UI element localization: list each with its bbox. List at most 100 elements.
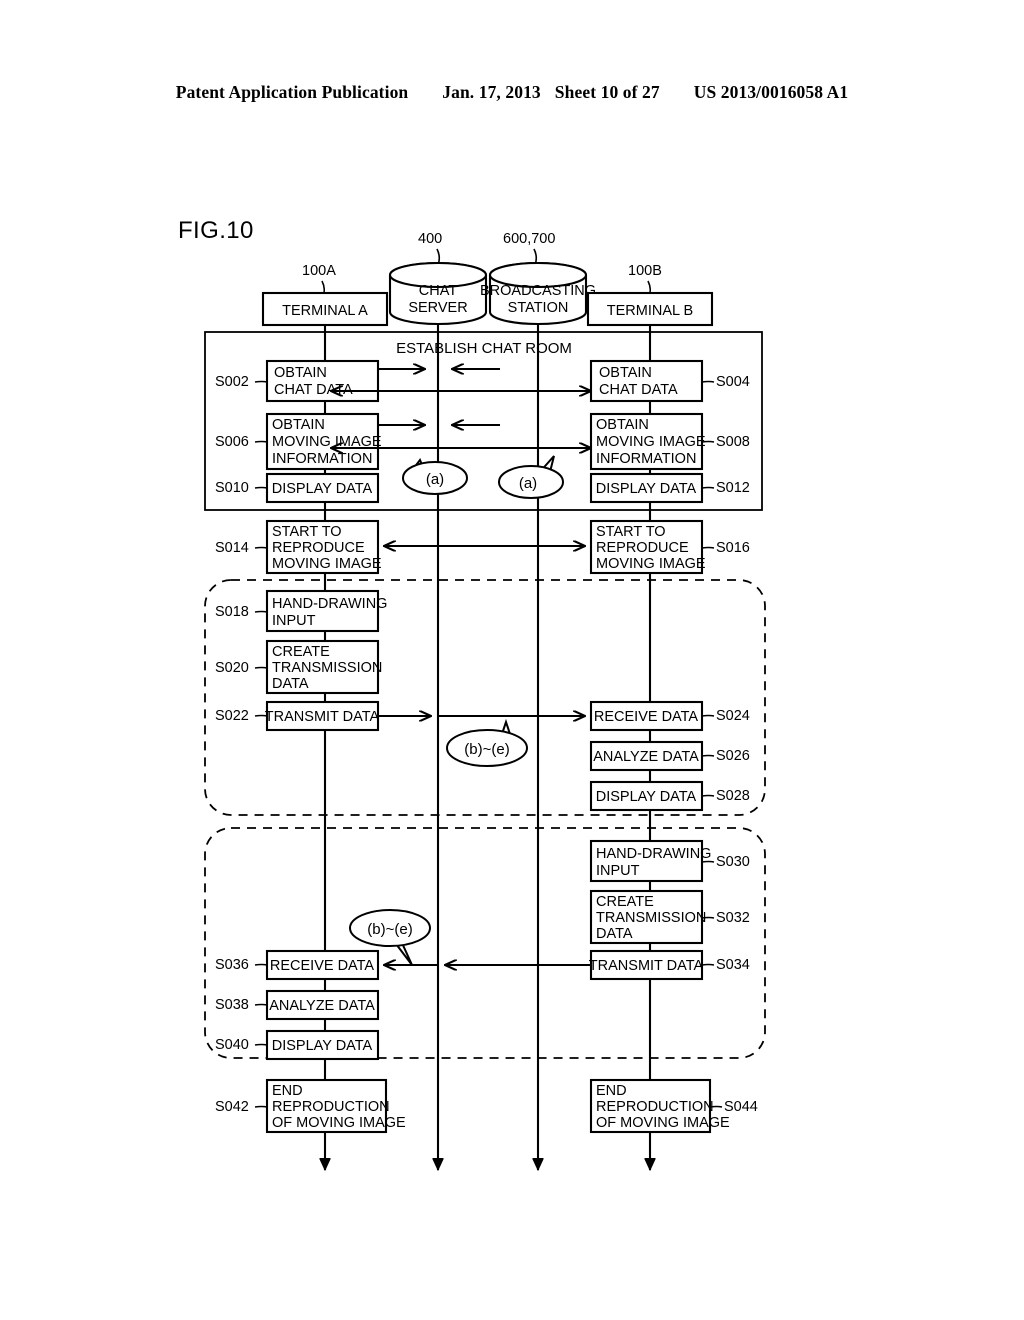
step-id-s004: S004 xyxy=(716,374,750,390)
step-id-s026: S026 xyxy=(716,748,750,764)
step-s044-line2: REPRODUCTION xyxy=(596,1099,714,1115)
step-s036-line1: RECEIVE DATA xyxy=(270,958,375,974)
callout-a-right-label: (a) xyxy=(519,475,537,492)
step-s008-line2: MOVING IMAGE xyxy=(596,434,706,450)
step-id-s010: S010 xyxy=(215,480,249,496)
step-s014-line3: MOVING IMAGE xyxy=(272,556,382,572)
leader-s016 xyxy=(701,546,715,549)
actor-chat-server-line2: SERVER xyxy=(408,300,467,316)
callout-a-right: (a) xyxy=(498,455,564,499)
leader-s010 xyxy=(254,486,268,489)
leader-s002 xyxy=(254,380,268,383)
step-s030-line1: HAND-DRAWING xyxy=(596,846,711,862)
step-s016-line3: MOVING IMAGE xyxy=(596,556,706,572)
step-s002-line1: OBTAIN xyxy=(274,365,327,381)
step-id-s036: S036 xyxy=(215,957,249,973)
step-s020-line1: CREATE xyxy=(272,644,330,660)
callout-be-2-label: (b)~(e) xyxy=(367,921,412,938)
step-s032-line3: DATA xyxy=(596,926,633,942)
leader-s036 xyxy=(254,963,268,966)
callout-a-left: (a) xyxy=(402,458,468,495)
step-s018-line1: HAND-DRAWING xyxy=(272,596,387,612)
step-s004-line2: CHAT DATA xyxy=(599,382,678,398)
step-s044-line3: OF MOVING IMAGE xyxy=(596,1115,730,1131)
step-id-s006: S006 xyxy=(215,434,249,450)
actor-chat-server-line1: CHAT xyxy=(419,283,458,299)
callout-be-1-label: (b)~(e) xyxy=(464,741,509,758)
leader-s006 xyxy=(254,440,268,443)
leader-s032 xyxy=(701,916,715,919)
leader-s022 xyxy=(254,714,268,717)
step-s014-line1: START TO xyxy=(272,524,342,540)
step-s028-line1: DISPLAY DATA xyxy=(596,789,697,805)
step-s032-line2: TRANSMISSION xyxy=(596,910,706,926)
ref-100b: 100B xyxy=(628,263,662,279)
step-id-s040: S040 xyxy=(215,1037,249,1053)
step-s030-line2: INPUT xyxy=(596,863,640,879)
leader-s034 xyxy=(701,963,715,966)
step-s020-line3: DATA xyxy=(272,676,309,692)
actor-broadcasting-station-line1: BROADCASTING xyxy=(480,283,596,299)
step-s042-line1: END xyxy=(272,1083,303,1099)
callout-a-left-label: (a) xyxy=(426,471,444,488)
step-s038-line1: ANALYZE DATA xyxy=(269,998,375,1014)
leader-s012 xyxy=(701,486,715,489)
step-s022-line1: TRANSMIT DATA xyxy=(265,709,380,725)
step-id-s002: S002 xyxy=(215,374,249,390)
establish-chat-room-label: ESTABLISH CHAT ROOM xyxy=(396,340,572,357)
actor-terminal-b-label: TERMINAL B xyxy=(607,303,693,319)
step-s006-line3: INFORMATION xyxy=(272,451,372,467)
step-id-s032: S032 xyxy=(716,910,750,926)
ref-600-700: 600,700 xyxy=(503,231,555,247)
step-id-s008: S008 xyxy=(716,434,750,450)
step-id-s024: S024 xyxy=(716,708,750,724)
step-s016-line2: REPRODUCE xyxy=(596,540,689,556)
leader-s042 xyxy=(254,1105,268,1108)
leader-s028 xyxy=(701,794,715,797)
step-s008-line1: OBTAIN xyxy=(596,417,649,433)
leader-s008 xyxy=(701,440,715,443)
leader-s026 xyxy=(701,754,715,757)
actor-terminal-a-label: TERMINAL A xyxy=(282,303,368,319)
step-id-s018: S018 xyxy=(215,604,249,620)
leader-s044 xyxy=(709,1105,723,1108)
step-id-s012: S012 xyxy=(716,480,750,496)
step-id-s028: S028 xyxy=(716,788,750,804)
step-s034-line1: TRANSMIT DATA xyxy=(589,958,704,974)
step-s040-line1: DISPLAY DATA xyxy=(272,1038,373,1054)
leader-s040 xyxy=(254,1043,268,1046)
leader-s018 xyxy=(254,610,268,613)
step-id-s030: S030 xyxy=(716,854,750,870)
step-s008-line3: INFORMATION xyxy=(596,451,696,467)
step-id-s038: S038 xyxy=(215,997,249,1013)
step-s024-line1: RECEIVE DATA xyxy=(594,709,699,725)
step-id-s016: S016 xyxy=(716,540,750,556)
step-s042-line3: OF MOVING IMAGE xyxy=(272,1115,406,1131)
leader-s024 xyxy=(701,714,715,717)
step-s016-line1: START TO xyxy=(596,524,666,540)
ref-100a: 100A xyxy=(302,263,336,279)
step-s006-line1: OBTAIN xyxy=(272,417,325,433)
callout-be-1: (b)~(e) xyxy=(446,718,528,767)
patent-figure-page: Patent Application Publication Jan. 17, 2… xyxy=(0,0,1024,1320)
ref-400: 400 xyxy=(418,231,442,247)
step-id-s042: S042 xyxy=(215,1099,249,1115)
actor-broadcasting-station-line2: STATION xyxy=(508,300,569,316)
step-id-s034: S034 xyxy=(716,957,750,973)
step-s014-line2: REPRODUCE xyxy=(272,540,365,556)
step-s010-line1: DISPLAY DATA xyxy=(272,481,373,497)
leader-s014 xyxy=(254,546,268,549)
step-id-s022: S022 xyxy=(215,708,249,724)
step-s026-line1: ANALYZE DATA xyxy=(593,749,699,765)
step-s012-line1: DISPLAY DATA xyxy=(596,481,697,497)
leader-s020 xyxy=(254,666,268,669)
figure-title: FIG.10 xyxy=(178,217,254,244)
step-s042-line2: REPRODUCTION xyxy=(272,1099,390,1115)
leader-s038 xyxy=(254,1003,268,1006)
step-s020-line2: TRANSMISSION xyxy=(272,660,382,676)
step-s018-line2: INPUT xyxy=(272,613,316,629)
step-s004-line1: OBTAIN xyxy=(599,365,652,381)
leader-s030 xyxy=(701,860,715,863)
step-s032-line1: CREATE xyxy=(596,894,654,910)
step-id-s014: S014 xyxy=(215,540,249,556)
